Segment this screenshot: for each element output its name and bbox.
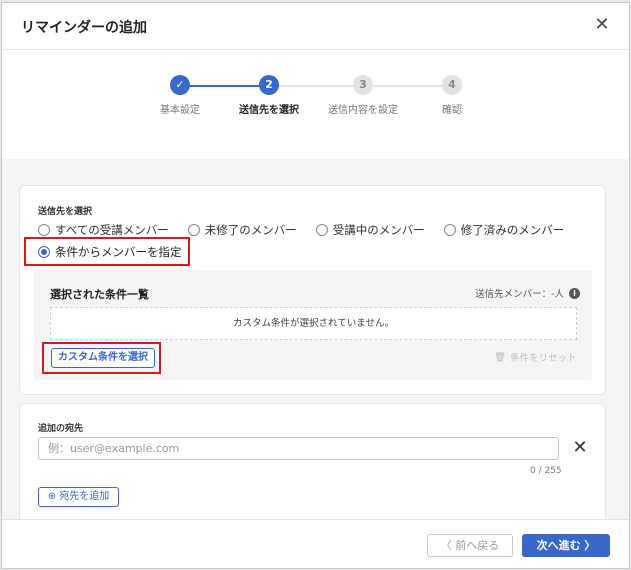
close-icon[interactable]: ✕	[592, 15, 612, 35]
radio-circle	[315, 224, 328, 236]
select-custom-condition-button[interactable]: カスタム条件を選択	[51, 348, 155, 368]
radio-label: 修了済みのメンバー	[460, 223, 565, 237]
plus-circle-icon: ⊕	[47, 491, 57, 502]
radio-circle-selected	[38, 246, 50, 258]
radio-label: 未修了のメンバー	[204, 223, 297, 237]
stepper: ✓ 基本設定 2 送信先を選択 3 送信内容を設定 4 確認	[2, 51, 629, 159]
step-number: 4	[442, 75, 462, 95]
reminder-dialog: リマインダーの追加 ✕ ✓ 基本設定 2 送信先を選択 3 送信内容を設定 4 …	[1, 2, 630, 569]
info-icon[interactable]: i	[569, 287, 580, 299]
recipient-card: 送信先を選択 すべての受講メンバー 未修了のメンバー 受講中のメンバー 修了済み…	[19, 185, 606, 395]
radio-completed-members[interactable]: 修了済みのメンバー	[443, 222, 565, 238]
char-counter: 0 / 255	[530, 466, 562, 476]
add-recipient-button[interactable]: ⊕ 宛先を追加	[38, 487, 119, 507]
radio-in-progress-members[interactable]: 受講中のメンバー	[315, 222, 425, 238]
conditions-title: 選択された条件一覧	[50, 288, 149, 301]
step-number: 3	[353, 75, 373, 95]
radio-label: 受講中のメンバー	[332, 223, 425, 237]
additional-section-label: 追加の宛先	[38, 424, 84, 434]
dialog-footer: 〈 前へ戻る 次へ進む 〉	[2, 519, 629, 568]
radio-circle	[443, 224, 456, 236]
back-button[interactable]: 〈 前へ戻る	[427, 534, 513, 557]
radio-label: 条件からメンバーを指定	[55, 245, 182, 259]
radio-condition-members[interactable]: 条件からメンバーを指定	[38, 244, 182, 260]
add-recipient-label: 宛先を追加	[59, 491, 110, 502]
radio-all-members[interactable]: すべての受講メンバー	[38, 222, 169, 238]
step-confirm: 4 確認	[397, 75, 507, 116]
reset-label: 条件をリセット	[510, 353, 577, 364]
email-input[interactable]	[38, 437, 559, 460]
recipient-section-label: 送信先を選択	[38, 207, 93, 217]
empty-conditions-message: カスタム条件が選択されていません。	[50, 307, 577, 340]
radio-circle	[187, 224, 200, 236]
step-number: 2	[259, 75, 279, 95]
dialog-header: リマインダーの追加 ✕	[2, 3, 629, 50]
reset-conditions-button: 🗑 条件をリセット	[494, 350, 577, 365]
radio-incomplete-members[interactable]: 未修了のメンバー	[187, 222, 297, 238]
recipient-options: すべての受講メンバー 未修了のメンバー 受講中のメンバー 修了済みのメンバー	[38, 222, 564, 238]
dialog-title: リマインダーの追加	[21, 20, 147, 36]
step-label: 確認	[442, 105, 462, 116]
trash-icon: 🗑	[494, 351, 507, 363]
check-icon: ✓	[170, 75, 190, 95]
sender-count: 送信先メンバー：-人 i	[475, 286, 580, 300]
dialog-body: ✓ 基本設定 2 送信先を選択 3 送信内容を設定 4 確認 送信先を選択 すべ…	[2, 51, 629, 519]
additional-recipients-card: 追加の宛先 ✕ 0 / 255 ⊕ 宛先を追加	[19, 403, 606, 519]
clear-icon[interactable]: ✕	[570, 438, 590, 458]
sender-count-text: 送信先メンバー：-人	[475, 289, 564, 300]
next-button[interactable]: 次へ進む 〉	[522, 534, 610, 557]
radio-circle	[38, 224, 50, 236]
radio-label: すべての受講メンバー	[55, 223, 169, 237]
